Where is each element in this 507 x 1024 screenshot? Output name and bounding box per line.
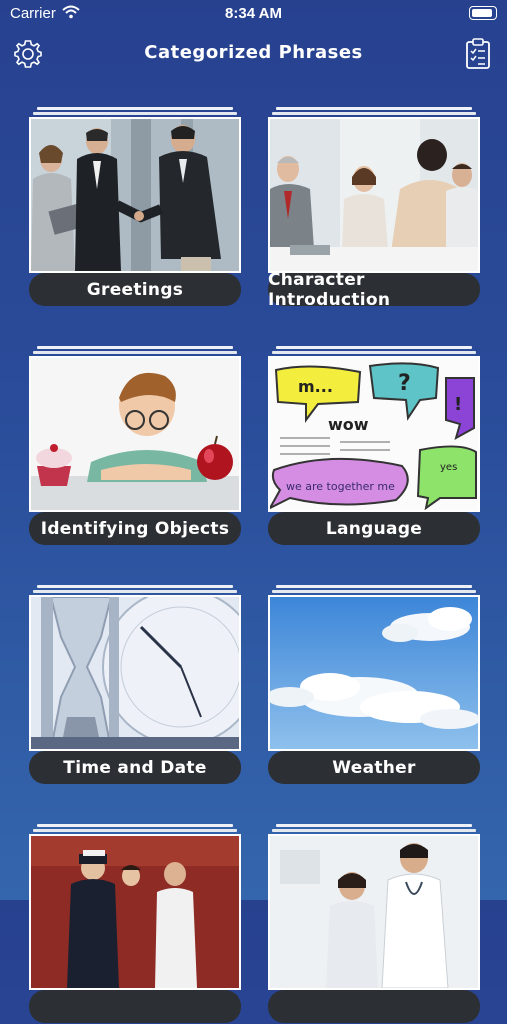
bubble-text: yes (440, 462, 457, 473)
category-card-greetings[interactable]: Greetings (29, 107, 241, 307)
category-label: Identifying Objects (29, 512, 241, 545)
status-time: 8:34 AM (225, 5, 282, 22)
page-title: Categorized Phrases (144, 42, 363, 63)
card-stack-edge (276, 346, 472, 349)
category-label: Character Introduction (268, 270, 480, 310)
category-label: Language (268, 512, 480, 545)
category-card-language[interactable]: m... ? ! wow we are together me yes Lang… (268, 346, 480, 546)
card-stack-edge (276, 824, 472, 827)
card-stack-edge (33, 829, 237, 832)
status-bar: Carrier 8:34 AM (0, 0, 507, 28)
card-stack-edge (37, 107, 233, 110)
card-stack-edge (33, 590, 237, 593)
category-label: Weather (268, 751, 480, 784)
card-stack-edge (272, 590, 476, 593)
card-stack-edge (272, 112, 476, 115)
bubble-text: m... (298, 377, 333, 396)
category-card-weather[interactable]: Weather (268, 585, 480, 785)
clipboard-icon (466, 38, 490, 69)
time-and-date-photo (29, 595, 241, 751)
identifying-objects-photo (29, 356, 241, 512)
notes-button[interactable] (463, 38, 493, 70)
navigation-bar: Categorized Phrases (0, 30, 507, 76)
bubble-text: ? (398, 371, 411, 396)
battery-icon (469, 6, 497, 20)
card-stack-edge (276, 107, 472, 110)
bubble-text: ! (454, 394, 462, 415)
card-stack-edge (37, 824, 233, 827)
category-card-identifying-objects[interactable]: Identifying Objects (29, 346, 241, 546)
card-stack-edge (272, 829, 476, 832)
card-stack-edge (276, 585, 472, 588)
card-stack-edge (272, 351, 476, 354)
category-label (268, 990, 480, 1023)
category-label: Greetings (29, 273, 241, 306)
bubble-text: we are together me (286, 480, 395, 493)
greetings-photo (29, 117, 241, 273)
card-stack-edge (33, 351, 237, 354)
category-card-8[interactable] (268, 824, 480, 1024)
weather-photo (268, 595, 480, 751)
card-stack-edge (33, 112, 237, 115)
category-label: Time and Date (29, 751, 241, 784)
category-photo (29, 834, 241, 990)
category-label (29, 990, 241, 1023)
card-stack-edge (37, 346, 233, 349)
category-card-time-and-date[interactable]: Time and Date (29, 585, 241, 785)
card-stack-edge (37, 585, 233, 588)
bubble-text: wow (328, 415, 369, 434)
character-introduction-photo (268, 117, 480, 273)
category-card-7[interactable] (29, 824, 241, 1024)
language-photo: m... ? ! wow we are together me yes (268, 356, 480, 512)
category-photo (268, 834, 480, 990)
category-card-character-introduction[interactable]: Character Introduction (268, 107, 480, 310)
